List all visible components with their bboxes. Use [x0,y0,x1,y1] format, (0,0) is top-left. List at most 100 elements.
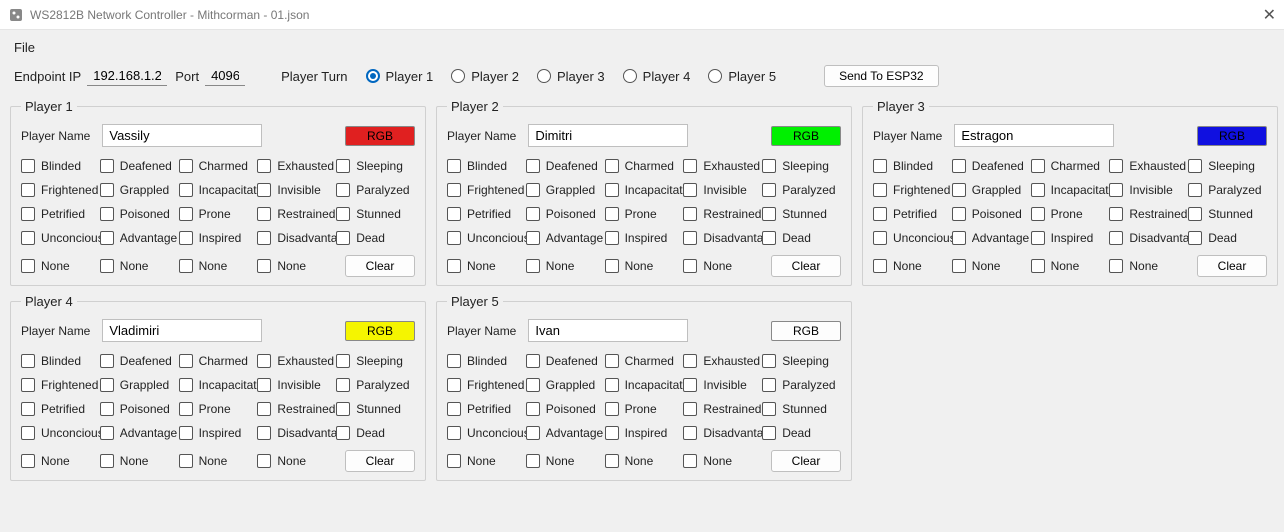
condition-checkbox[interactable]: None [1109,255,1188,277]
condition-checkbox[interactable]: None [1031,255,1110,277]
player-name-input[interactable] [954,124,1114,147]
condition-checkbox[interactable]: Paralyzed [336,378,415,392]
condition-checkbox[interactable]: Poisoned [526,402,605,416]
condition-checkbox[interactable]: Deafened [100,159,179,173]
condition-checkbox[interactable]: Inspired [605,426,684,440]
condition-checkbox[interactable]: Sleeping [336,354,415,368]
condition-checkbox[interactable]: Incapacitated [179,378,258,392]
condition-checkbox[interactable]: Petrified [873,207,952,221]
condition-checkbox[interactable]: Dead [762,231,841,245]
condition-checkbox[interactable]: Paralyzed [762,378,841,392]
condition-checkbox[interactable]: Unconcious [447,426,526,440]
condition-checkbox[interactable]: Grappled [526,378,605,392]
rgb-button[interactable]: RGB [345,321,415,341]
condition-checkbox[interactable]: Grappled [100,378,179,392]
condition-checkbox[interactable]: Exhausted [683,159,762,173]
condition-checkbox[interactable]: Disadvantage [257,426,336,440]
condition-checkbox[interactable]: Poisoned [952,207,1031,221]
condition-checkbox[interactable]: Disadvantage [257,231,336,245]
condition-checkbox[interactable]: Petrified [21,402,100,416]
condition-checkbox[interactable]: Disadvantage [683,426,762,440]
player-turn-radio-5[interactable]: Player 5 [708,69,776,84]
condition-checkbox[interactable]: Restrained [683,207,762,221]
condition-checkbox[interactable]: None [605,255,684,277]
condition-checkbox[interactable]: None [683,450,762,472]
condition-checkbox[interactable]: Deafened [100,354,179,368]
condition-checkbox[interactable]: Deafened [526,159,605,173]
condition-checkbox[interactable]: Prone [179,207,258,221]
condition-checkbox[interactable]: None [526,450,605,472]
condition-checkbox[interactable]: Blinded [873,159,952,173]
condition-checkbox[interactable]: None [873,255,952,277]
condition-checkbox[interactable]: Prone [179,402,258,416]
condition-checkbox[interactable]: Dead [1188,231,1267,245]
condition-checkbox[interactable]: None [447,450,526,472]
condition-checkbox[interactable]: Sleeping [762,354,841,368]
condition-checkbox[interactable]: Charmed [179,159,258,173]
send-button[interactable]: Send To ESP32 [824,65,939,87]
player-turn-radio-4[interactable]: Player 4 [623,69,691,84]
condition-checkbox[interactable]: None [21,450,100,472]
condition-checkbox[interactable]: Frightened [21,378,100,392]
condition-checkbox[interactable]: Sleeping [336,159,415,173]
rgb-button[interactable]: RGB [345,126,415,146]
condition-checkbox[interactable]: Petrified [447,402,526,416]
condition-checkbox[interactable]: Advantage [526,231,605,245]
condition-checkbox[interactable]: Charmed [179,354,258,368]
condition-checkbox[interactable]: Unconcious [873,231,952,245]
condition-checkbox[interactable]: Petrified [447,207,526,221]
condition-checkbox[interactable]: Unconcious [447,231,526,245]
condition-checkbox[interactable]: Disadvantage [683,231,762,245]
condition-checkbox[interactable]: None [100,450,179,472]
condition-checkbox[interactable]: Inspired [179,426,258,440]
clear-button[interactable]: Clear [345,450,415,472]
condition-checkbox[interactable]: Poisoned [100,402,179,416]
player-name-input[interactable] [528,319,688,342]
rgb-button[interactable]: RGB [771,126,841,146]
condition-checkbox[interactable]: Paralyzed [1188,183,1267,197]
condition-checkbox[interactable]: Advantage [952,231,1031,245]
condition-checkbox[interactable]: Prone [605,402,684,416]
condition-checkbox[interactable]: Stunned [762,402,841,416]
condition-checkbox[interactable]: Exhausted [683,354,762,368]
condition-checkbox[interactable]: Advantage [100,231,179,245]
condition-checkbox[interactable]: Sleeping [762,159,841,173]
clear-button[interactable]: Clear [1197,255,1267,277]
condition-checkbox[interactable]: Restrained [683,402,762,416]
rgb-button[interactable]: RGB [771,321,841,341]
condition-checkbox[interactable]: None [179,255,258,277]
condition-checkbox[interactable]: Charmed [605,354,684,368]
condition-checkbox[interactable]: Advantage [100,426,179,440]
condition-checkbox[interactable]: Blinded [21,159,100,173]
condition-checkbox[interactable]: Inspired [179,231,258,245]
player-turn-radio-3[interactable]: Player 3 [537,69,605,84]
clear-button[interactable]: Clear [345,255,415,277]
condition-checkbox[interactable]: None [683,255,762,277]
condition-checkbox[interactable]: Incapacitated [179,183,258,197]
clear-button[interactable]: Clear [771,255,841,277]
condition-checkbox[interactable]: Blinded [447,354,526,368]
condition-checkbox[interactable]: Stunned [1188,207,1267,221]
window-close-button[interactable]: ✕ [1236,5,1276,25]
condition-checkbox[interactable]: Paralyzed [762,183,841,197]
condition-checkbox[interactable]: None [257,255,336,277]
condition-checkbox[interactable]: Charmed [1031,159,1110,173]
condition-checkbox[interactable]: Disadvantage [1109,231,1188,245]
condition-checkbox[interactable]: Dead [336,231,415,245]
condition-checkbox[interactable]: Exhausted [257,354,336,368]
condition-checkbox[interactable]: Invisible [683,378,762,392]
condition-checkbox[interactable]: Poisoned [526,207,605,221]
condition-checkbox[interactable]: Incapacitated [605,378,684,392]
condition-checkbox[interactable]: Unconcious [21,426,100,440]
condition-checkbox[interactable]: Invisible [257,183,336,197]
condition-checkbox[interactable]: Advantage [526,426,605,440]
condition-checkbox[interactable]: Blinded [447,159,526,173]
condition-checkbox[interactable]: Grappled [526,183,605,197]
condition-checkbox[interactable]: Stunned [336,207,415,221]
condition-checkbox[interactable]: None [257,450,336,472]
condition-checkbox[interactable]: Prone [605,207,684,221]
player-name-input[interactable] [102,319,262,342]
condition-checkbox[interactable]: Incapacitated [605,183,684,197]
condition-checkbox[interactable]: Frightened [447,183,526,197]
condition-checkbox[interactable]: None [100,255,179,277]
